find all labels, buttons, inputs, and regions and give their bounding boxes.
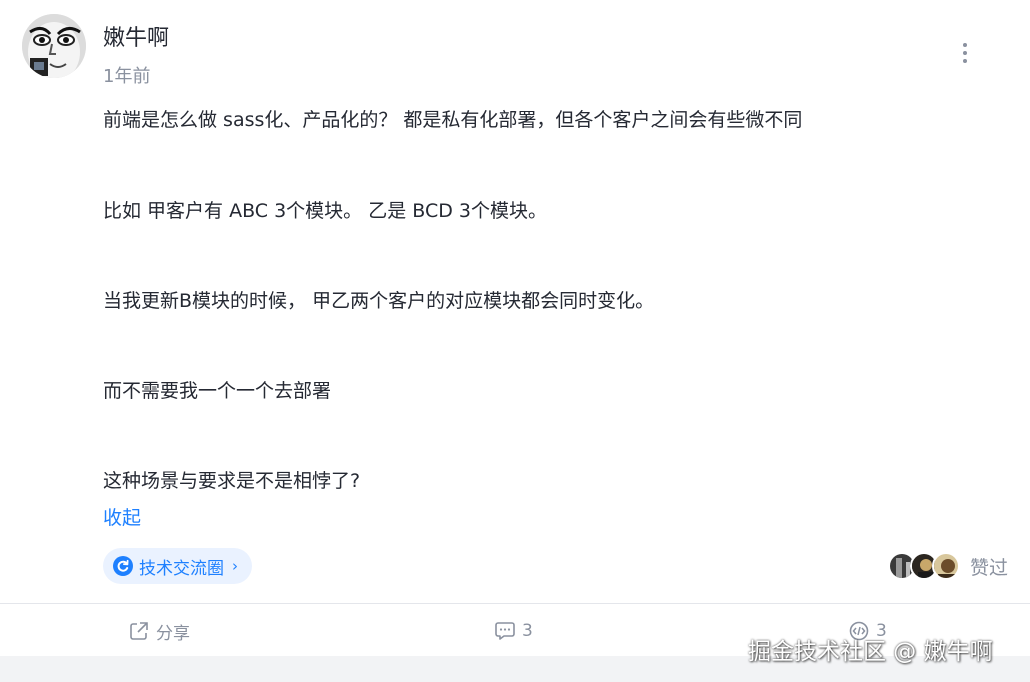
post-card: 嫩牛啊 1年前 前端是怎么做 sass化、产品化的？ 都是私有化部署，但各个客户… xyxy=(0,0,1030,682)
more-options-button[interactable] xyxy=(948,36,982,70)
topic-tag[interactable]: 技术交流圈 › xyxy=(103,548,252,584)
comment-count: 3 xyxy=(522,621,533,641)
author-avatar[interactable] xyxy=(22,14,86,78)
comment-button[interactable]: 3 xyxy=(494,616,533,646)
likers-label: 赞过 xyxy=(970,556,1009,579)
topic-label: 技术交流圈 xyxy=(139,558,224,579)
more-dot-icon xyxy=(963,51,967,55)
watermark-text: 掘金技术社区 @ 嫩牛啊 xyxy=(748,639,993,665)
post-paragraph: 前端是怎么做 sass化、产品化的？ 都是私有化部署，但各个客户之间会有些微不同 xyxy=(103,109,803,131)
post-paragraph: 当我更新B模块的时候， 甲乙两个客户的对应模块都会同时变化。 xyxy=(103,290,655,312)
liker-avatar xyxy=(932,552,960,580)
action-divider xyxy=(0,603,1030,604)
author-name[interactable]: 嫩牛啊 xyxy=(103,20,169,52)
post-time: 1年前 xyxy=(103,66,151,87)
chevron-right-icon: › xyxy=(232,557,238,575)
more-dot-icon xyxy=(963,43,967,47)
share-icon xyxy=(130,622,148,640)
post-paragraph: 这种场景与要求是不是相悖了? xyxy=(103,470,361,492)
post-paragraph: 而不需要我一个一个去部署 xyxy=(103,380,332,402)
post-paragraph: 比如 甲客户有 ABC 3个模块。 乙是 BCD 3个模块。 xyxy=(103,200,547,222)
likers[interactable]: 赞过 xyxy=(888,551,1008,581)
comment-icon xyxy=(495,622,515,640)
share-button[interactable]: 分享 xyxy=(128,616,190,646)
more-dot-icon xyxy=(963,59,967,63)
meme-face-avatar-icon xyxy=(22,14,86,78)
collapse-link[interactable]: 收起 xyxy=(103,503,141,530)
share-label: 分享 xyxy=(156,623,190,644)
circle-refresh-icon xyxy=(113,556,133,576)
